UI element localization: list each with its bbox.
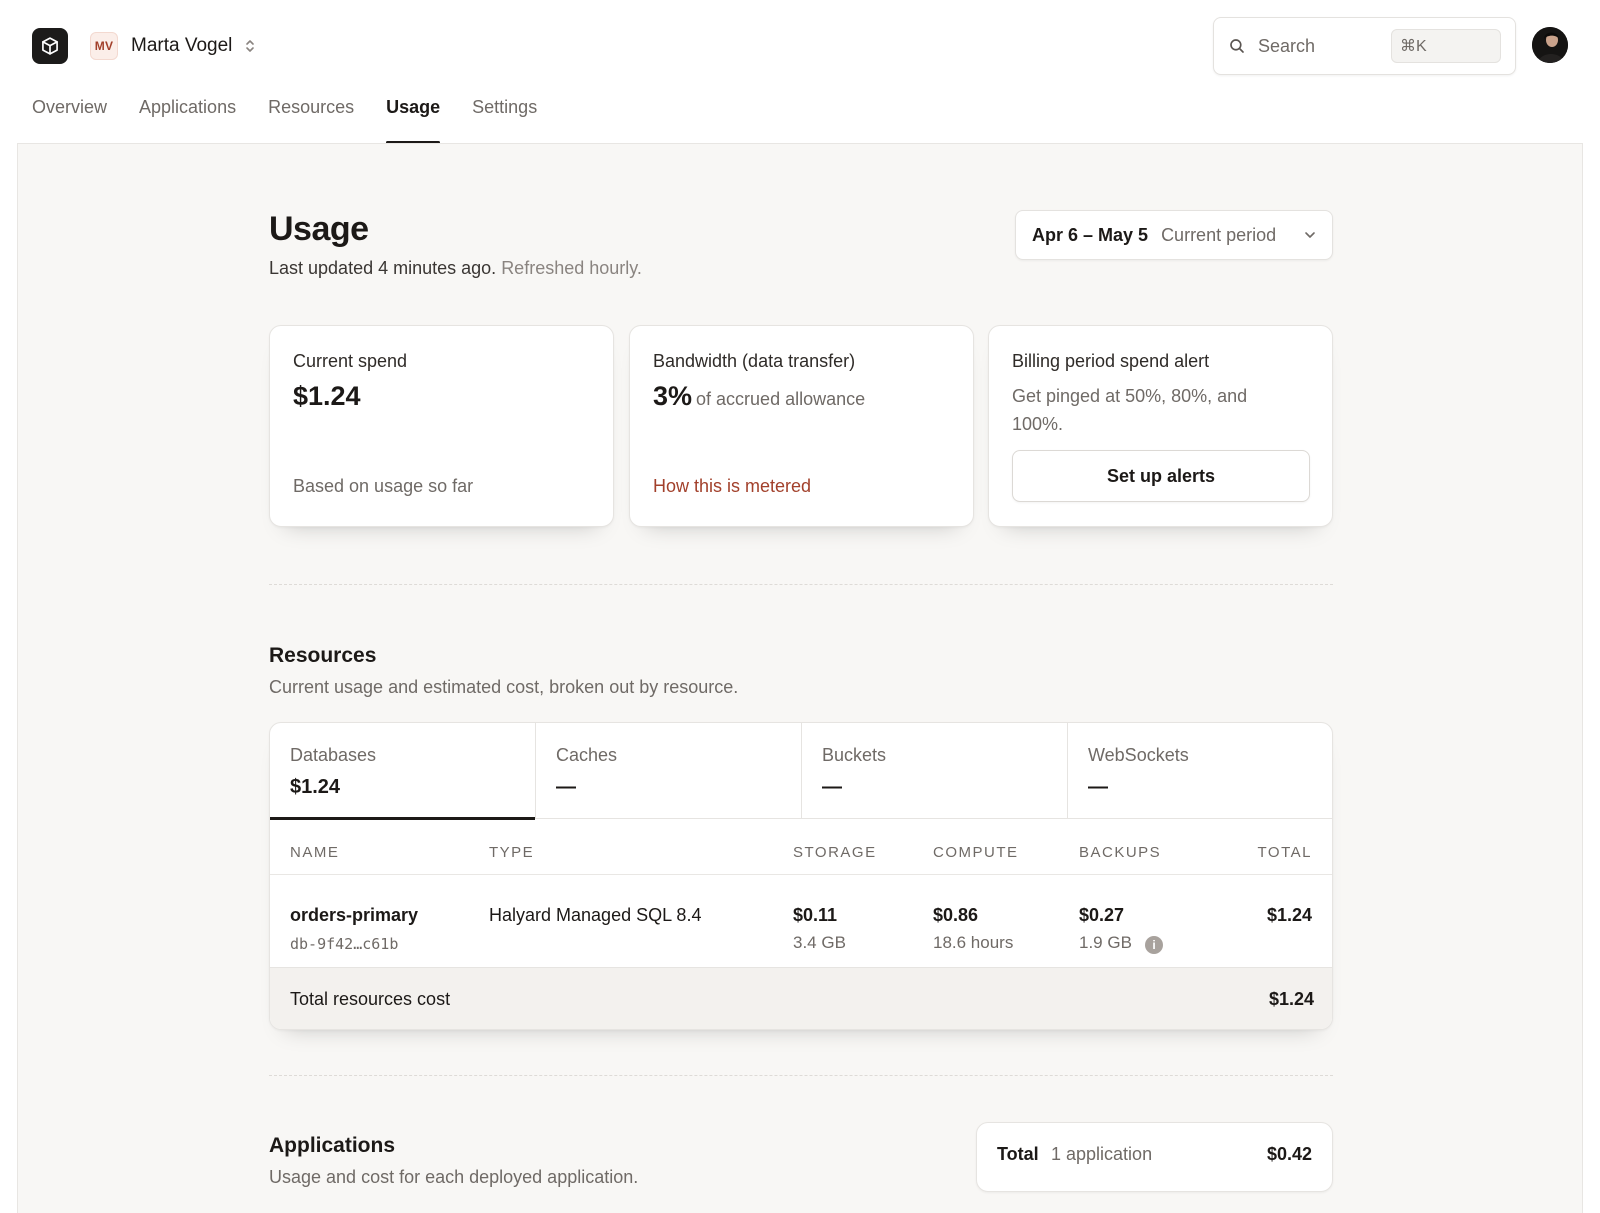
applications-total-value: $0.42 [1266, 1144, 1312, 1164]
bandwidth-percent: 3% [653, 381, 693, 411]
period-label: Current period [1161, 224, 1277, 245]
resource-name[interactable]: orders-primary [290, 905, 418, 926]
resource-tab-label: Databases [290, 745, 377, 765]
chevron-down-icon [1304, 231, 1316, 239]
current-spend-value: $1.24 [293, 381, 361, 411]
card-title: Billing period spend alert [1012, 351, 1210, 371]
resource-tab-buckets[interactable]: Buckets — [802, 723, 1068, 819]
resource-type-tabs: Databases $1.24 Caches — Buckets — WebSo… [270, 723, 1332, 820]
resource-tab-caches[interactable]: Caches — [536, 723, 802, 819]
applications-total-card: Total 1 application $0.42 [976, 1122, 1333, 1192]
resource-tab-value: — [822, 776, 842, 798]
column-header-compute: COMPUTE [933, 844, 1019, 861]
set-up-alerts-button[interactable]: Set up alerts [1012, 450, 1310, 502]
spend-alert-card: Billing period spend alert Get pinged at… [988, 325, 1333, 527]
section-divider [269, 584, 1333, 585]
column-header-total: TOTAL [1257, 844, 1312, 861]
resource-id: db-9f42…c61b [290, 935, 399, 953]
team-switcher[interactable]: MV Marta Vogel [90, 31, 256, 61]
search-shortcut-hint: ⌘K [1391, 29, 1501, 63]
column-header-name: NAME [290, 844, 340, 861]
tab-resources[interactable]: Resources [268, 92, 354, 144]
column-header-type: TYPE [489, 844, 535, 861]
updown-chevron-icon [244, 38, 256, 54]
compute-amount: 18.6 hours [933, 933, 1014, 952]
compute-cost: $0.86 [933, 905, 979, 925]
team-avatar: MV [90, 32, 118, 60]
tab-settings[interactable]: Settings [472, 92, 537, 144]
page-subtitle: Last updated 4 minutes ago. Refreshed ho… [269, 258, 642, 279]
row-total: $1.24 [1266, 905, 1312, 925]
bandwidth-suffix: of accrued allowance [696, 389, 866, 409]
header-row-divider [270, 874, 1332, 875]
resource-tab-label: Caches [556, 745, 618, 765]
card-title: Bandwidth (data transfer) [653, 351, 856, 371]
tab-overview[interactable]: Overview [32, 92, 107, 144]
card-title: Current spend [293, 351, 408, 371]
refresh-note: Refreshed hourly. [501, 258, 642, 278]
resource-tab-value: — [556, 776, 576, 798]
resource-tab-label: Buckets [822, 745, 887, 765]
period-selector[interactable]: Apr 6 – May 5 Current period [1015, 210, 1333, 260]
tab-applications[interactable]: Applications [139, 92, 236, 144]
column-header-backups: BACKUPS [1079, 844, 1162, 861]
bandwidth-value: 3% of accrued allowance [653, 381, 865, 412]
spend-alert-description: Get pinged at 50%, 80%, and 100%. [1012, 386, 1248, 434]
period-range: Apr 6 – May 5 [1032, 224, 1149, 245]
user-avatar[interactable] [1532, 27, 1568, 63]
resource-tab-websockets[interactable]: WebSockets — [1068, 723, 1332, 819]
resources-title: Resources [269, 644, 377, 667]
resource-type: Halyard Managed SQL 8.4 [489, 905, 702, 925]
metering-link[interactable]: How this is metered [653, 476, 811, 497]
applications-subtitle: Usage and cost for each deployed applica… [269, 1167, 639, 1187]
main-panel: Usage Last updated 4 minutes ago. Refres… [17, 143, 1583, 1213]
storage-cost: $0.11 [793, 905, 838, 925]
applications-total-label: Total [997, 1144, 1039, 1164]
applications-title: Applications [269, 1134, 396, 1157]
section-divider [269, 1075, 1333, 1076]
resources-table-card: Databases $1.24 Caches — Buckets — WebSo… [269, 722, 1333, 1030]
cube-icon [42, 37, 58, 55]
total-resources-label: Total resources cost [290, 989, 451, 1009]
top-header: MV Marta Vogel Search ⌘K [0, 0, 1600, 92]
total-resources-row: Total resources cost $1.24 [270, 967, 1332, 1029]
backups-amount: 1.9 GB [1079, 933, 1132, 952]
search-icon [1228, 37, 1246, 55]
search-placeholder[interactable]: Search [1258, 36, 1391, 57]
team-name: Marta Vogel [131, 35, 233, 56]
last-updated-text: Last updated 4 minutes ago. [269, 258, 497, 278]
current-spend-card: Current spend $1.24 Based on usage so fa… [269, 325, 614, 527]
column-header-storage: STORAGE [793, 844, 877, 861]
info-icon[interactable]: i [1145, 936, 1163, 954]
applications-count: 1 application [1051, 1144, 1153, 1164]
storage-amount: 3.4 GB [793, 933, 846, 952]
resource-tab-value: — [1088, 776, 1108, 798]
resource-tab-databases[interactable]: Databases $1.24 [270, 723, 536, 820]
page-title: Usage [269, 210, 369, 248]
current-spend-note: Based on usage so far [293, 476, 474, 496]
resource-tab-value: $1.24 [290, 776, 341, 798]
bandwidth-card: Bandwidth (data transfer) 3% of accrued a… [629, 325, 974, 527]
total-resources-value: $1.24 [1268, 989, 1314, 1009]
resources-subtitle: Current usage and estimated cost, broken… [269, 677, 739, 697]
resource-tab-label: WebSockets [1088, 745, 1189, 765]
backups-cost: $0.27 [1079, 905, 1125, 925]
search-box[interactable]: Search ⌘K [1213, 17, 1516, 75]
app-logo[interactable] [32, 28, 68, 64]
tab-usage[interactable]: Usage [386, 92, 441, 144]
main-nav: Overview Applications Resources Usage Se… [32, 92, 569, 144]
